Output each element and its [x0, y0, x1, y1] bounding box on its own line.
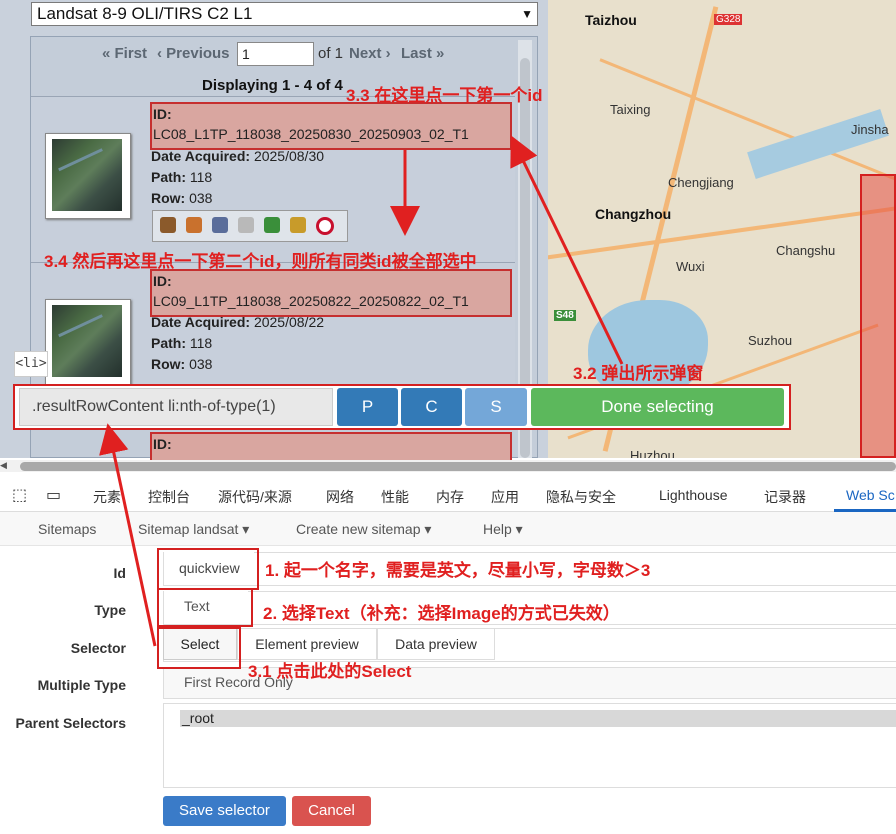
annotation-arrows — [99, 135, 624, 647]
